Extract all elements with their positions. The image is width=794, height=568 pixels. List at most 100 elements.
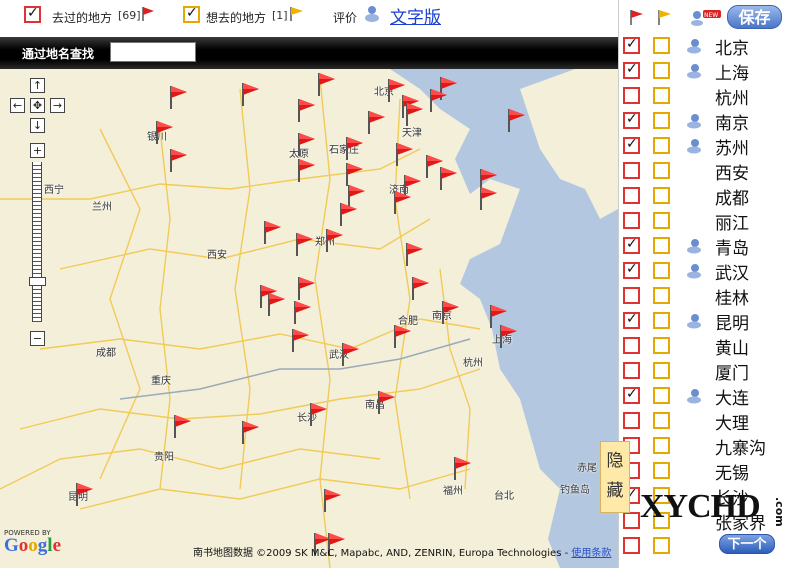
red-flag-marker-icon[interactable] xyxy=(498,323,518,349)
search-input[interactable] xyxy=(110,42,196,62)
red-flag-marker-icon[interactable] xyxy=(240,419,260,445)
next-button[interactable]: 下一个 xyxy=(719,534,775,554)
hide-panel-tab[interactable]: 隐 藏 xyxy=(600,441,630,513)
visited-checkbox[interactable] xyxy=(623,87,640,104)
red-flag-marker-icon[interactable] xyxy=(168,84,188,110)
red-flag-marker-icon[interactable] xyxy=(478,185,498,211)
wish-checkbox[interactable] xyxy=(653,162,670,179)
pan-center-button[interactable]: ✥ xyxy=(30,98,45,113)
visited-checkbox[interactable]: ✓ xyxy=(623,236,640,254)
wish-checkbox[interactable] xyxy=(653,187,670,204)
wish-checkbox[interactable] xyxy=(653,287,670,304)
red-flag-marker-icon[interactable] xyxy=(292,299,312,325)
pan-left-button[interactable]: ← xyxy=(10,98,25,113)
visited-checkbox[interactable]: ✓ xyxy=(623,386,640,404)
visited-checkbox[interactable] xyxy=(623,412,640,429)
visited-checkbox[interactable] xyxy=(623,512,640,529)
red-flag-marker-icon[interactable] xyxy=(324,227,344,253)
wish-checkbox[interactable] xyxy=(653,87,670,104)
terms-link[interactable]: 使用条款 xyxy=(571,548,611,559)
visited-checkbox[interactable] xyxy=(623,362,640,379)
red-flag-marker-icon[interactable] xyxy=(240,81,260,107)
rating-icon[interactable] xyxy=(685,313,703,329)
map-view[interactable]: 北京 银川 太原 石家庄 天津 西宁 兰州 济南 郑州 西安 合肥 南京 上海 … xyxy=(0,69,618,568)
wish-checkbox[interactable] xyxy=(653,137,670,154)
zoom-out-button[interactable]: − xyxy=(30,331,45,346)
text-version-link[interactable]: 文字版 xyxy=(390,3,441,28)
rating-icon[interactable] xyxy=(685,388,703,404)
zoom-slider-thumb[interactable] xyxy=(29,277,46,286)
red-flag-marker-icon[interactable] xyxy=(154,119,174,145)
wish-checkbox[interactable] xyxy=(653,37,670,54)
place-name[interactable]: 九寨沟 xyxy=(715,434,766,459)
visited-checkbox[interactable]: ✓ xyxy=(623,111,640,129)
red-flag-marker-icon[interactable] xyxy=(74,481,94,507)
red-flag-marker-icon[interactable] xyxy=(172,413,192,439)
wish-checkbox[interactable] xyxy=(653,312,670,329)
wish-checkbox[interactable] xyxy=(653,462,670,479)
save-button[interactable]: 保存 xyxy=(727,5,782,29)
red-flag-marker-icon[interactable] xyxy=(308,401,328,427)
wish-checkbox[interactable] xyxy=(653,412,670,429)
red-flag-marker-icon[interactable] xyxy=(438,165,458,191)
place-name[interactable]: 北京 xyxy=(715,34,749,59)
red-flag-marker-icon[interactable] xyxy=(316,71,336,97)
wish-checkbox[interactable] xyxy=(653,537,670,554)
visited-checkbox[interactable]: ✓ xyxy=(623,311,640,329)
place-name[interactable]: 成都 xyxy=(715,184,749,209)
place-name[interactable]: 上海 xyxy=(715,59,749,84)
rating-icon[interactable] xyxy=(685,238,703,254)
place-name[interactable]: 苏州 xyxy=(715,134,749,159)
visited-checkbox[interactable] xyxy=(623,212,640,229)
visited-checkbox[interactable]: ✓ xyxy=(623,36,640,54)
wish-checkbox[interactable] xyxy=(653,112,670,129)
red-flag-marker-icon[interactable] xyxy=(266,291,286,317)
wish-checkbox[interactable] xyxy=(653,437,670,454)
visited-checkbox[interactable] xyxy=(623,162,640,179)
rating-icon[interactable] xyxy=(685,38,703,54)
red-flag-marker-icon[interactable] xyxy=(376,389,396,415)
visited-checkbox[interactable] xyxy=(623,337,640,354)
red-flag-marker-icon[interactable] xyxy=(394,141,414,167)
red-flag-marker-icon[interactable] xyxy=(404,101,424,127)
visited-checkbox[interactable] xyxy=(623,537,640,554)
place-name[interactable]: 南京 xyxy=(715,109,749,134)
red-flag-marker-icon[interactable] xyxy=(296,97,316,123)
red-flag-marker-icon[interactable] xyxy=(410,275,430,301)
red-flag-marker-icon[interactable] xyxy=(340,341,360,367)
pan-up-button[interactable]: ↑ xyxy=(30,78,45,93)
place-name[interactable]: 西安 xyxy=(715,159,749,184)
pan-down-button[interactable]: ↓ xyxy=(30,118,45,133)
rating-icon[interactable] xyxy=(685,63,703,79)
rating-icon[interactable] xyxy=(685,113,703,129)
place-name[interactable]: 青岛 xyxy=(715,234,749,259)
place-name[interactable]: 桂林 xyxy=(715,284,749,309)
zoom-slider-track[interactable] xyxy=(32,162,42,322)
place-name[interactable]: 昆明 xyxy=(715,309,749,334)
red-flag-marker-icon[interactable] xyxy=(168,147,188,173)
visited-filter-checkbox[interactable]: ✓ xyxy=(24,5,41,23)
place-name[interactable]: 大连 xyxy=(715,384,749,409)
visited-checkbox[interactable]: ✓ xyxy=(623,261,640,279)
place-name[interactable]: 丽江 xyxy=(715,209,749,234)
wish-checkbox[interactable] xyxy=(653,237,670,254)
red-flag-marker-icon[interactable] xyxy=(344,135,364,161)
red-flag-marker-icon[interactable] xyxy=(440,299,460,325)
wish-checkbox[interactable] xyxy=(653,387,670,404)
pan-right-button[interactable]: → xyxy=(50,98,65,113)
red-flag-marker-icon[interactable] xyxy=(262,219,282,245)
place-name[interactable]: 无锡 xyxy=(715,459,749,484)
red-flag-marker-icon[interactable] xyxy=(322,487,342,513)
red-flag-marker-icon[interactable] xyxy=(404,241,424,267)
red-flag-marker-icon[interactable] xyxy=(392,189,412,215)
red-flag-marker-icon[interactable] xyxy=(338,201,358,227)
red-flag-marker-icon[interactable] xyxy=(296,157,316,183)
wish-checkbox[interactable] xyxy=(653,337,670,354)
visited-checkbox[interactable] xyxy=(623,187,640,204)
red-flag-marker-icon[interactable] xyxy=(392,323,412,349)
wish-filter-checkbox[interactable]: ✓ xyxy=(183,5,200,23)
place-name[interactable]: 黄山 xyxy=(715,334,749,359)
red-flag-marker-icon[interactable] xyxy=(296,275,316,301)
place-name[interactable]: 厦门 xyxy=(715,359,749,384)
red-flag-marker-icon[interactable] xyxy=(294,231,314,257)
